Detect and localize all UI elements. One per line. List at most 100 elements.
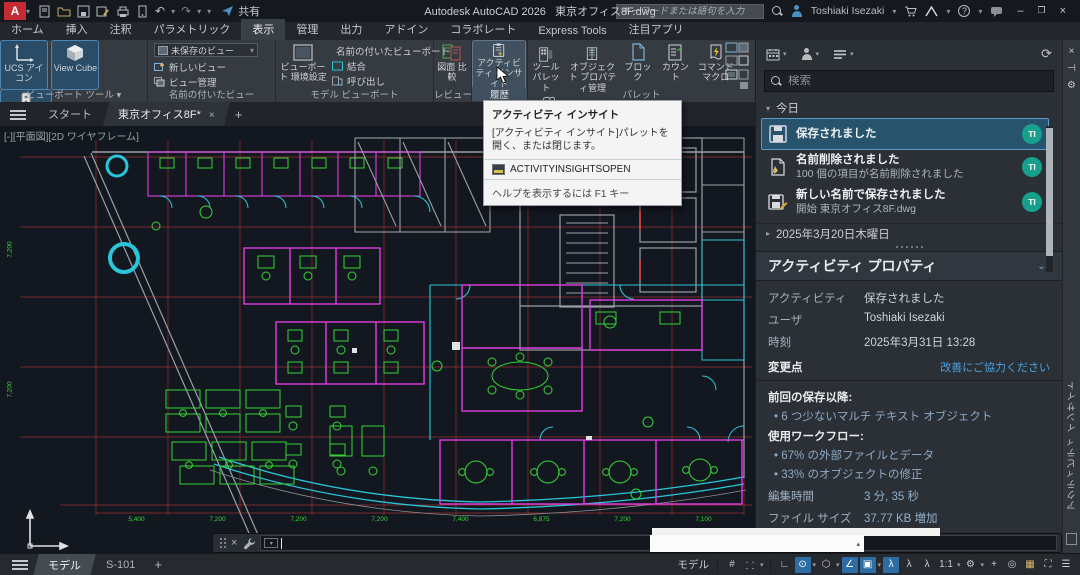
tab-addins[interactable]: アドイン [373,19,439,40]
feedback-link[interactable]: 改善にご協力ください [940,359,1050,375]
tab-output[interactable]: 出力 [329,19,373,40]
help-search-input[interactable] [616,4,764,19]
palette-settings-gear-icon[interactable]: ⚙ [1063,80,1080,91]
palette-extra-icons[interactable] [725,42,751,90]
command-close-icon[interactable]: × [231,537,237,549]
layout-tab-s101[interactable]: S-101 [92,556,150,574]
tab-start[interactable]: スタート [33,102,107,126]
count-palette-button[interactable]: カウント [659,41,691,89]
feed-item-saved-as[interactable]: 新しい名前で保存されました 開始 東京オフィス8F.dwg TI [762,185,1048,219]
panel-title-model-viewports[interactable]: モデル ビューポート [276,87,433,101]
restore-button[interactable]: ❐ [1037,5,1045,17]
help-caret-icon[interactable]: ▾ [978,7,982,16]
plot-icon[interactable] [116,5,130,18]
annotation-scale-value[interactable]: 1:1 [937,557,955,573]
command-customize-wrench-icon[interactable] [243,537,256,550]
app-logo[interactable]: A [4,2,26,20]
new-file-icon[interactable] [38,5,51,18]
annotation-scale-people-icon[interactable]: λ [919,557,935,573]
autodesk-caret-icon[interactable]: ▾ [946,7,950,16]
layout-tab-model[interactable]: モデル [33,554,95,575]
properties-palette-button[interactable]: オブジェクト プロパティ管理 [568,45,616,93]
viewcube-button[interactable]: View Cube [52,41,98,89]
clean-screen-icon[interactable]: ⛶ [1040,557,1056,573]
group-today[interactable]: ▾今日 [756,98,1062,118]
annotation-monitor-plus-icon[interactable]: + [986,557,1002,573]
polar-tracking-icon[interactable]: ⊙ [795,557,811,573]
tab-collaborate[interactable]: コラボレート [439,19,527,40]
file-tab-menu-icon[interactable] [10,110,26,120]
isodraft-caret-icon[interactable]: ▾ [836,561,840,569]
palette-search-box[interactable] [764,70,1054,92]
panel-title-review[interactable]: レビュー [434,87,471,101]
autodesk-logo-icon[interactable] [925,6,938,17]
list-options-button[interactable]: ▾ [833,49,854,60]
open-file-icon[interactable] [57,5,71,18]
snap-mode-icon[interactable]: ⸬ [742,557,758,573]
date-filter-button[interactable]: ▾ [766,48,787,61]
tab-annotate[interactable]: 注釈 [99,19,143,40]
group-older-date[interactable]: ▸2025年3月20日木曜日 [756,223,1062,243]
redo-caret-icon[interactable]: ▾ [197,7,201,16]
tool-palettes-button[interactable]: ツール パレット [529,45,563,93]
command-recent-icon[interactable]: ▾ [264,538,278,548]
feed-item-saved[interactable]: 保存されました TI [762,119,1048,149]
customization-menu-icon[interactable]: ☰ [1058,557,1074,573]
activity-properties-header[interactable]: アクティビティ プロパティ ⌄⌄ [756,251,1062,281]
tab-home[interactable]: ホーム [0,19,55,40]
user-menu-caret-icon[interactable]: ▾ [892,7,896,16]
tab-document[interactable]: 東京オフィス8F*× [103,102,230,126]
user-filter-button[interactable]: ▾ [801,48,820,60]
view-dropdown[interactable]: 未保存のビュー▾ [154,43,258,57]
new-layout-plus-icon[interactable]: + [154,557,162,572]
feedback-icon[interactable] [990,6,1003,17]
new-view-button[interactable]: 新しいビュー [154,59,269,74]
tab-insert[interactable]: 挿入 [55,19,99,40]
workspace-caret-icon[interactable]: ▾ [980,561,984,569]
tab-view[interactable]: 表示 [241,19,285,40]
palette-search-input[interactable] [788,75,1047,87]
palette-autohide-icon[interactable]: ⊣ [1063,63,1080,74]
layout-menu-icon[interactable] [12,560,28,570]
grid-display-icon[interactable]: # [724,557,740,573]
refresh-icon[interactable]: ⟳ [1041,46,1052,62]
tab-parametric[interactable]: パラメトリック [143,19,242,40]
autoscale-icon[interactable]: λ [901,557,917,573]
annotation-visibility-icon[interactable]: λ [883,557,899,573]
polar-caret-icon[interactable]: ▾ [813,561,817,569]
command-grip-handle[interactable] [219,537,227,549]
blocks-palette-button[interactable]: ブロック [622,41,654,89]
splitter-handle[interactable] [756,243,1062,251]
panel-title-viewport-tools[interactable]: ビューポート ツール ▾ [0,87,147,101]
join-viewports-button[interactable]: 結合 [332,58,433,73]
undo-icon[interactable]: ↶ [155,4,165,18]
save-as-icon[interactable] [96,5,110,18]
palette-close-icon[interactable]: × [1063,46,1080,57]
restore-viewports-button[interactable]: 呼び出し [332,73,433,88]
save-icon[interactable] [77,5,90,18]
viewport-config-button[interactable]: ビューポート 環境設定 [277,41,329,89]
snap-caret-icon[interactable]: ▾ [760,561,764,569]
drawing-compare-button[interactable]: 図面 比較 [435,41,469,89]
tab-featured-apps[interactable]: 注目アプリ [618,19,695,40]
viewport-controls-label[interactable]: [-][平面図][2D ワイヤフレーム] [4,128,139,143]
mobile-icon[interactable] [136,5,149,18]
palette-bottom-icon[interactable] [1066,533,1077,545]
scale-caret-icon[interactable]: ▾ [957,561,961,569]
share-button[interactable]: 共有 [221,3,260,19]
help-icon[interactable]: ? [958,5,970,17]
isodraft-icon[interactable]: ⬡ [818,557,834,573]
panel-title-named-views[interactable]: 名前の付いたビュー [148,87,275,101]
close-button[interactable]: × [1060,5,1066,17]
model-space-button[interactable]: モデル [676,557,712,573]
ortho-mode-icon[interactable]: ∟ [777,557,793,573]
object-snap-tracking-icon[interactable]: ∠ [842,557,858,573]
redo-icon[interactable]: ↷ [181,4,191,18]
user-name[interactable]: Toshiaki Isezaki [811,5,885,17]
feed-item-purged[interactable]: 名前削除されました 100 個の項目が名前削除されました TI [762,150,1048,184]
named-viewports-button[interactable]: 名前の付いたビューポート [332,43,433,58]
undo-caret-icon[interactable]: ▾ [171,7,175,16]
qat-customize-caret-icon[interactable]: ▾ [207,7,211,16]
graphics-performance-icon[interactable]: ▦ [1022,557,1038,573]
osnap-caret-icon[interactable]: ▾ [878,561,882,569]
